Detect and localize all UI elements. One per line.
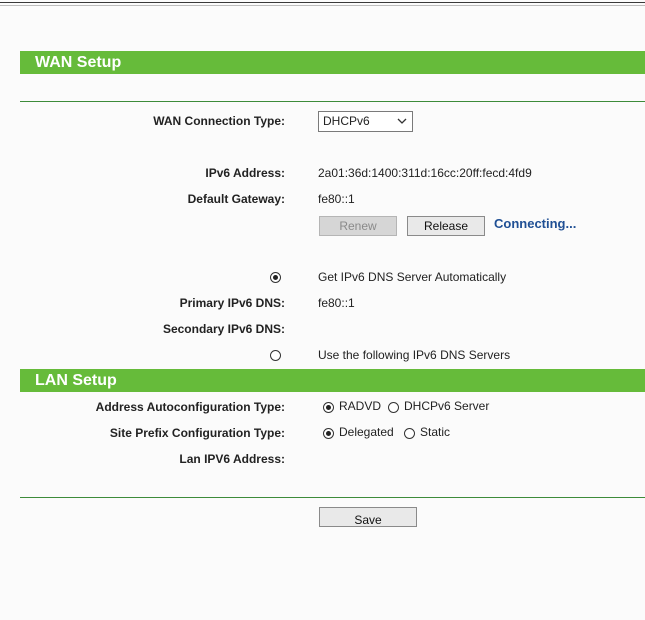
primary-dns-value: fe80::1 xyxy=(318,296,355,310)
dns-manual-label: Use the following IPv6 DNS Servers xyxy=(318,348,511,362)
save-button[interactable]: Save xyxy=(319,507,417,527)
release-button[interactable]: Release xyxy=(407,216,485,236)
wan-connection-type-value: DHCPv6 xyxy=(323,114,370,128)
chevron-down-icon xyxy=(397,118,407,124)
radvd-radio[interactable] xyxy=(323,402,334,413)
radvd-label: RADVD xyxy=(339,399,382,413)
dns-auto-radio[interactable] xyxy=(270,272,281,283)
primary-dns-label: Primary IPv6 DNS: xyxy=(179,296,285,310)
lan-divider xyxy=(20,497,645,498)
lan-setup-header: LAN Setup xyxy=(20,369,645,392)
delegated-label: Delegated xyxy=(339,425,394,439)
dns-manual-radio[interactable] xyxy=(270,350,281,361)
renew-button[interactable]: Renew xyxy=(319,216,397,236)
default-gateway-value: fe80::1 xyxy=(318,192,355,206)
wan-connection-type-label: WAN Connection Type: xyxy=(153,114,285,128)
top-border xyxy=(0,2,645,3)
ipv6-address-label: IPv6 Address: xyxy=(205,166,285,180)
dns-auto-label: Get IPv6 DNS Server Automatically xyxy=(318,270,507,284)
wan-setup-header: WAN Setup xyxy=(20,51,645,74)
prefix-config-type-label: Site Prefix Configuration Type: xyxy=(109,426,285,440)
ipv6-address-value: 2a01:36d:1400:311d:16cc:20ff:fecd:4fd9 xyxy=(318,166,532,180)
lan-ipv6-address-label: Lan IPV6 Address: xyxy=(179,452,285,466)
autoconfig-type-label: Address Autoconfiguration Type: xyxy=(95,400,285,414)
dhcpv6-server-label: DHCPv6 Server xyxy=(404,399,490,413)
top-border-shadow xyxy=(0,5,645,6)
static-radio[interactable] xyxy=(404,428,415,439)
secondary-dns-label: Secondary IPv6 DNS: xyxy=(162,322,285,336)
wan-divider xyxy=(20,101,645,102)
static-label: Static xyxy=(420,425,451,439)
connection-status: Connecting... xyxy=(494,216,577,231)
delegated-radio[interactable] xyxy=(323,428,334,439)
dhcpv6-server-radio[interactable] xyxy=(388,402,399,413)
default-gateway-label: Default Gateway: xyxy=(187,192,285,206)
wan-connection-type-select[interactable]: DHCPv6 xyxy=(318,111,413,132)
